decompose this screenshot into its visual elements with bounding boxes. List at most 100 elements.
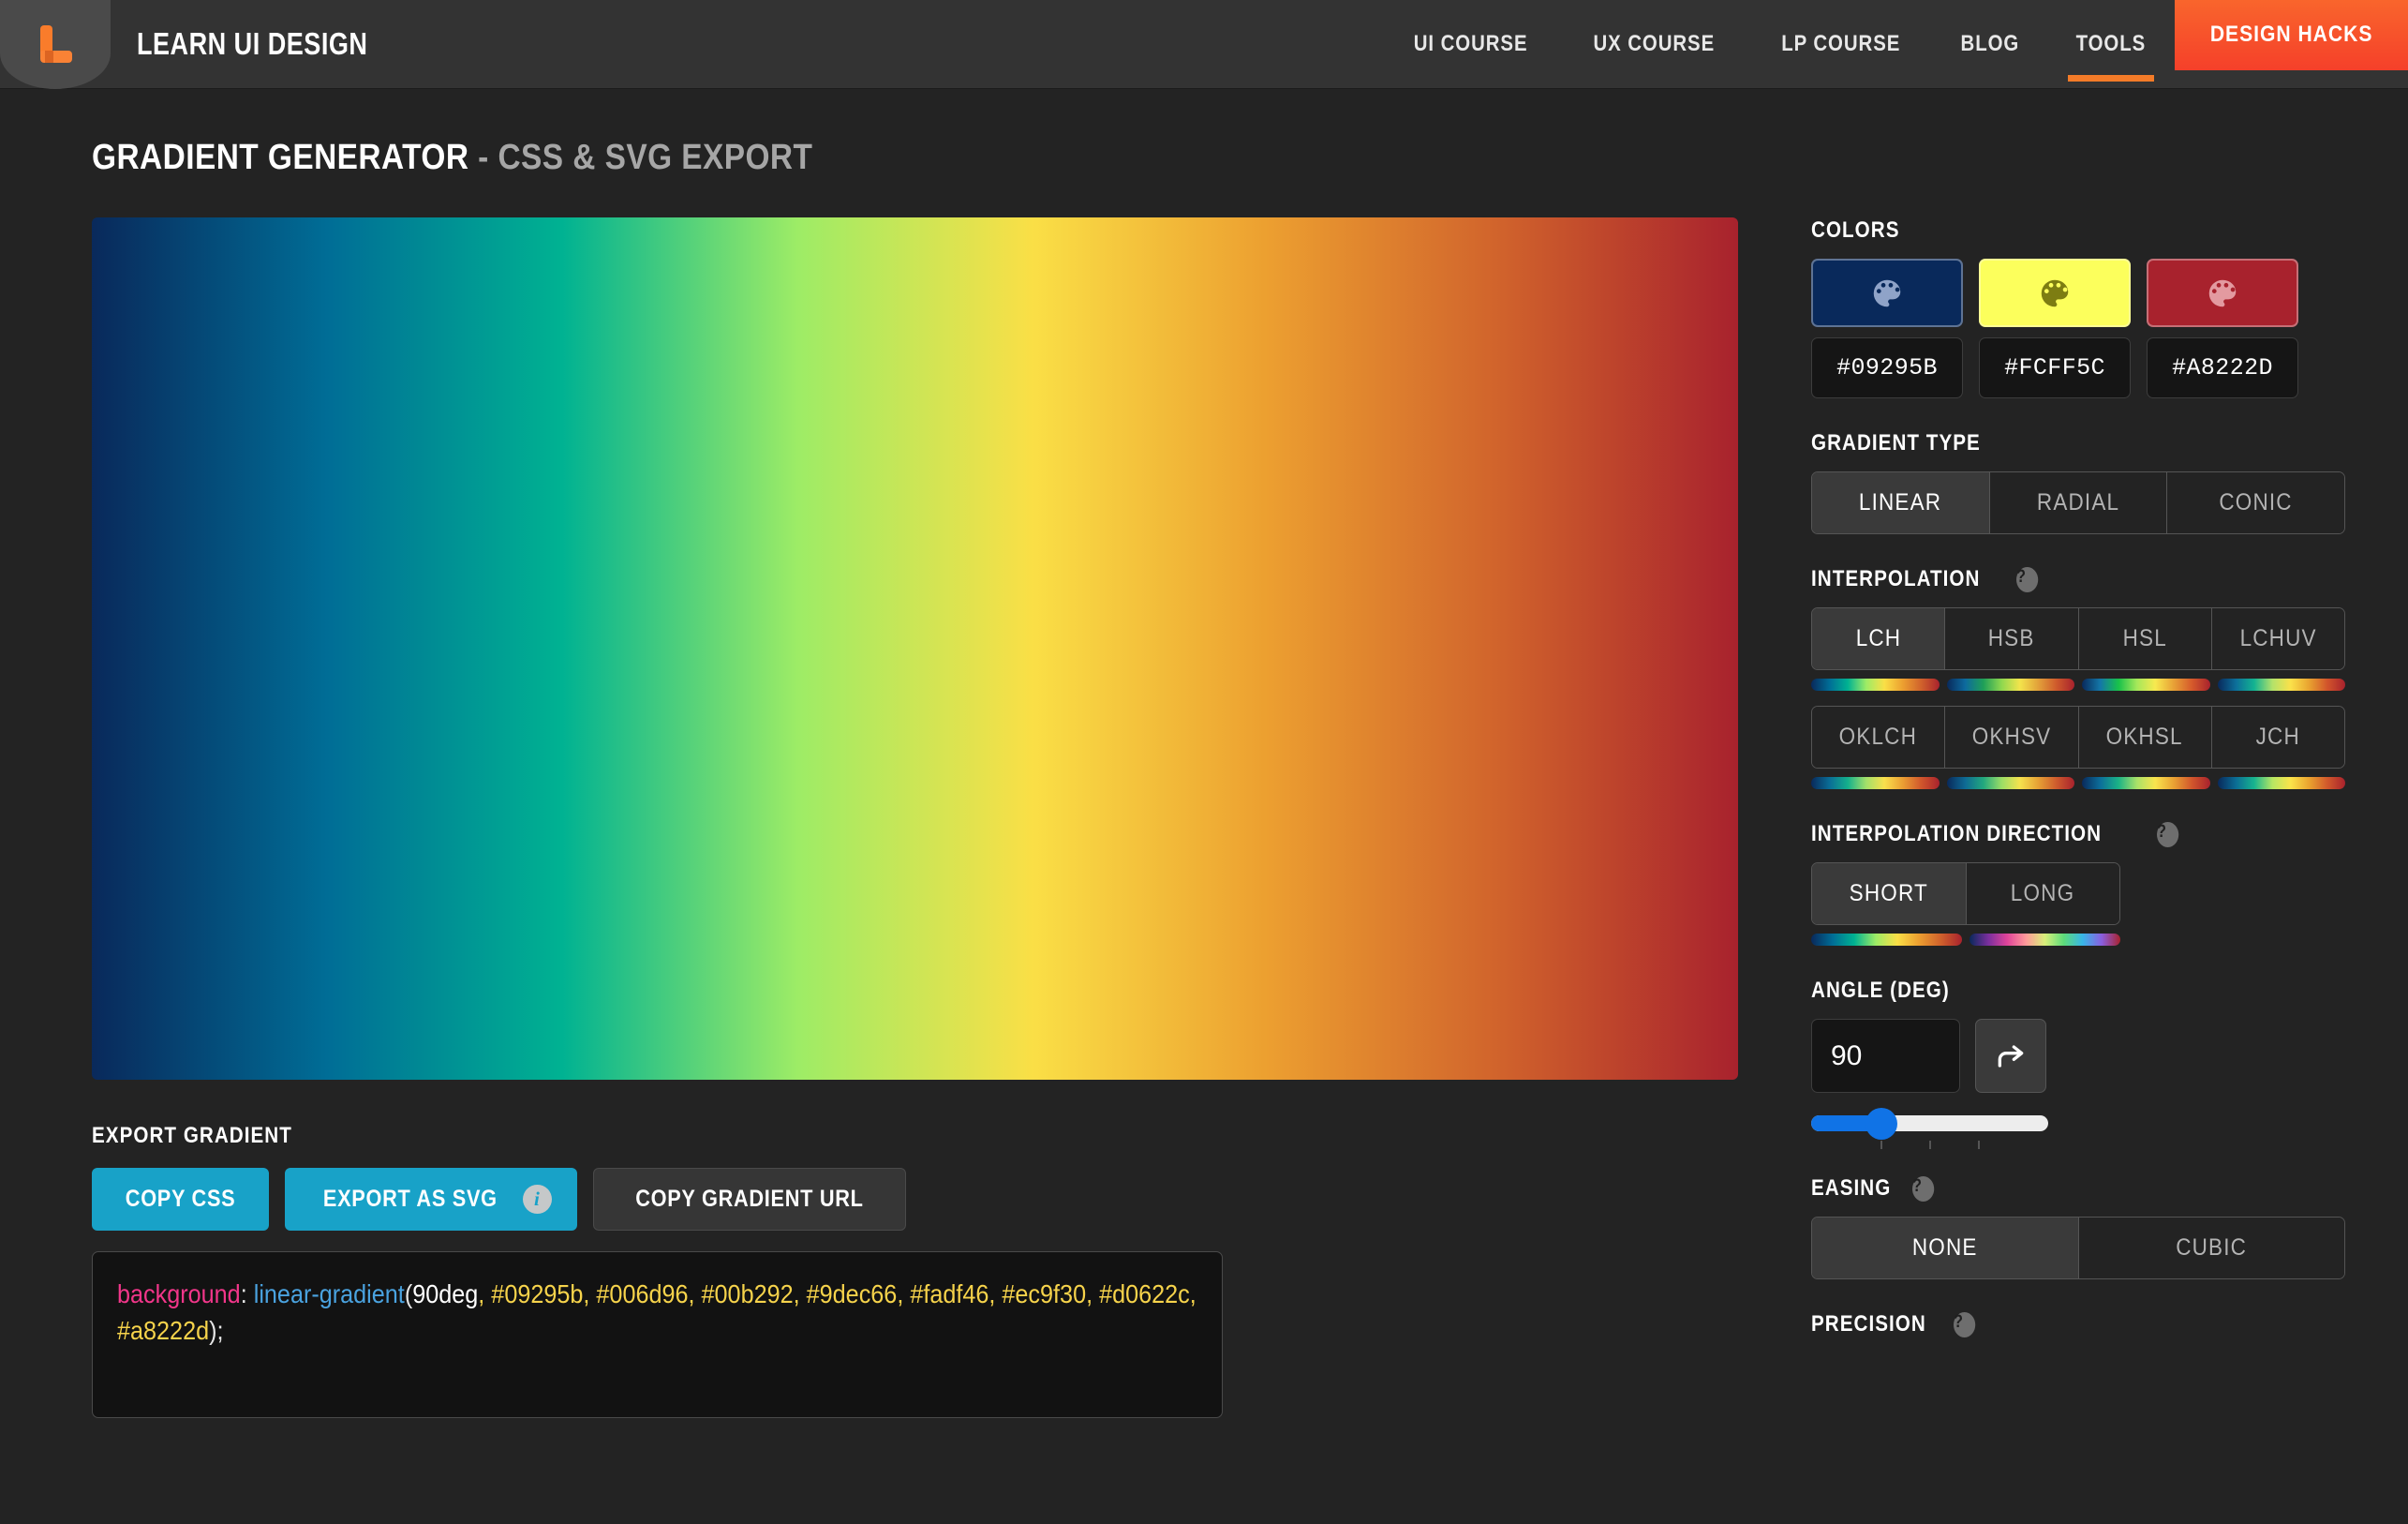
interpolation-hsl[interactable]: HSL [2078, 608, 2212, 669]
angle-label: ANGLE (DEG) [1811, 978, 1950, 1003]
left-column: EXPORT GRADIENT COPY CSS EXPORT AS SVG i… [92, 217, 1738, 1418]
copy-gradient-url-label: COPY GRADIENT URL [635, 1186, 864, 1212]
interpolation-strip-lch [1811, 679, 1940, 691]
gradient-type-segmented-control: LINEAR RADIAL CONIC [1811, 471, 2345, 534]
page-body: GRADIENT GENERATOR - CSS & SVG EXPORT EX… [0, 89, 2408, 1523]
easing-section: EASING ? NONE CUBIC [1811, 1175, 2345, 1279]
help-icon[interactable]: ? [1912, 1175, 1935, 1202]
interpolation-jch[interactable]: JCH [2211, 707, 2344, 768]
nav-link-label: UI COURSE [1413, 31, 1528, 56]
interpolation-direction-long[interactable]: LONG [1966, 863, 2119, 924]
nav-cta-label: DESIGN HACKS [2209, 22, 2373, 47]
interpolation-section: INTERPOLATION ? LCH HSB HSL LCHUV OKLCH [1811, 566, 2345, 789]
easing-cubic[interactable]: CUBIC [2078, 1218, 2344, 1278]
page-title-main: GRADIENT GENERATOR [92, 138, 469, 177]
easing-label: EASING ? [1811, 1175, 2345, 1202]
interpolation-label: INTERPOLATION ? [1811, 566, 2345, 592]
interpolation-strip-jch [2217, 777, 2345, 789]
rotate-arrow-icon [1998, 1044, 2024, 1068]
gradient-preview[interactable] [92, 217, 1738, 1080]
palette-icon [2041, 279, 2069, 306]
interpolation-direction-segmented-control: SHORT LONG [1811, 862, 2120, 925]
palette-icon [2208, 279, 2237, 306]
interpolation-direction-section: INTERPOLATION DIRECTION ? SHORT LONG [1811, 821, 2345, 946]
interpolation-direction-strips [1811, 934, 2120, 946]
export-buttons-group: COPY CSS EXPORT AS SVG i COPY GRADIENT U… [92, 1168, 1738, 1231]
precision-section: PRECISION ? [1811, 1311, 2345, 1337]
interpolation-preview-strips-1 [1811, 679, 2345, 691]
angle-slider-thumb[interactable] [1865, 1108, 1897, 1140]
nav-link-label: LP COURSE [1781, 31, 1901, 56]
brand-title[interactable]: LEARN UI DESIGN [137, 26, 367, 62]
nav-link-ux-course[interactable]: UX COURSE [1560, 0, 1748, 89]
info-icon[interactable]: i [522, 1185, 552, 1214]
code-function: linear-gradient [253, 1279, 405, 1308]
nav-cta-design-hacks[interactable]: DESIGN HACKS [2174, 0, 2408, 70]
help-icon[interactable]: ? [1953, 1311, 1976, 1337]
interpolation-hsb[interactable]: HSB [1945, 608, 2079, 669]
css-code-output[interactable]: background: linear-gradient(90deg, #0929… [92, 1251, 1223, 1418]
gradient-type-section: GRADIENT TYPE LINEAR RADIAL CONIC [1811, 430, 2345, 534]
interpolation-lchuv[interactable]: LCHUV [2211, 608, 2344, 669]
settings-sidebar: COLORS #09295B #FCFF5C #A8222D GRADIENT … [1811, 217, 2345, 1418]
color-swatch-3[interactable] [2147, 259, 2298, 327]
nav-link-label: TOOLS [2075, 31, 2147, 56]
copy-css-button[interactable]: COPY CSS [92, 1168, 270, 1231]
help-icon[interactable]: ? [2157, 821, 2179, 847]
page-title: GRADIENT GENERATOR - CSS & SVG EXPORT [92, 89, 2408, 178]
page-title-sub: CSS & SVG EXPORT [498, 138, 813, 177]
direction-strip-short [1811, 934, 1962, 946]
color-swatch-2[interactable] [1979, 259, 2131, 327]
gradient-type-label: GRADIENT TYPE [1811, 430, 1981, 456]
nav-link-ui-course[interactable]: UI COURSE [1381, 0, 1560, 89]
export-as-svg-label: EXPORT AS SVG [323, 1186, 498, 1212]
help-icon[interactable]: ? [2015, 566, 2039, 592]
nav-link-label: UX COURSE [1593, 31, 1716, 56]
copy-css-label: COPY CSS [125, 1186, 236, 1212]
gradient-type-linear[interactable]: LINEAR [1812, 472, 1990, 533]
interpolation-direction-short[interactable]: SHORT [1812, 863, 1967, 924]
interpolation-lch[interactable]: LCH [1812, 608, 1946, 669]
code-property: background [117, 1279, 241, 1308]
color-swatch-row [1811, 259, 2345, 327]
gradient-type-conic[interactable]: CONIC [2167, 472, 2344, 533]
site-logo[interactable] [0, 0, 111, 89]
palette-icon [1873, 279, 1901, 306]
nav-link-tools[interactable]: TOOLS [2047, 0, 2175, 89]
angle-input[interactable]: 90 [1811, 1019, 1960, 1093]
interpolation-okhsv[interactable]: OKHSV [1945, 707, 2079, 768]
nav-links: UI COURSE UX COURSE LP COURSE BLOG TOOLS… [1381, 0, 2408, 89]
nav-link-label: BLOG [1960, 31, 2020, 56]
gradient-type-radial[interactable]: RADIAL [1989, 472, 2168, 533]
code-colon: : [240, 1279, 254, 1308]
interpolation-strip-lchuv [2217, 679, 2345, 691]
code-angle: 90deg [412, 1279, 479, 1308]
interpolation-okhsl[interactable]: OKHSL [2078, 707, 2212, 768]
easing-none[interactable]: NONE [1812, 1218, 2079, 1278]
interpolation-strip-okhsl [2082, 777, 2210, 789]
nav-link-blog[interactable]: BLOG [1933, 0, 2047, 89]
learn-ui-design-logo-icon [37, 25, 74, 63]
color-hex-input-3[interactable]: #A8222D [2147, 337, 2298, 398]
angle-controls: 90 [1811, 1019, 2345, 1093]
colors-section-label: COLORS [1811, 217, 1900, 243]
code-open-paren: ( [404, 1279, 413, 1308]
precision-label: PRECISION ? [1811, 1311, 2345, 1337]
angle-flip-button[interactable] [1975, 1019, 2046, 1093]
angle-section: ANGLE (DEG) 90 [1811, 978, 2345, 1150]
interpolation-strip-hsb [1946, 679, 2074, 691]
angle-slider-ticks [1811, 1141, 2048, 1150]
color-hex-input-2[interactable]: #FCFF5C [1979, 337, 2131, 398]
easing-segmented-control: NONE CUBIC [1811, 1217, 2345, 1279]
nav-link-lp-course[interactable]: LP COURSE [1748, 0, 1933, 89]
angle-slider[interactable] [1811, 1108, 2048, 1140]
code-comma: , [478, 1279, 492, 1308]
export-gradient-label: EXPORT GRADIENT [92, 1123, 292, 1148]
copy-gradient-url-button[interactable]: COPY GRADIENT URL [592, 1168, 906, 1231]
color-swatch-1[interactable] [1811, 259, 1963, 327]
export-as-svg-button[interactable]: EXPORT AS SVG i [285, 1168, 577, 1231]
interpolation-oklch[interactable]: OKLCH [1812, 707, 1946, 768]
color-hex-input-1[interactable]: #09295B [1811, 337, 1963, 398]
interpolation-direction-label: INTERPOLATION DIRECTION ? [1811, 821, 2345, 847]
interpolation-strip-oklch [1811, 777, 1940, 789]
